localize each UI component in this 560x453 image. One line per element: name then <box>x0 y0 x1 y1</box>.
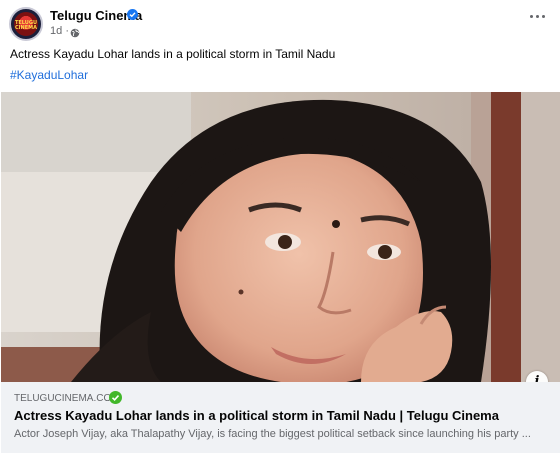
link-preview-card[interactable]: TELUGUCINEMA.COM Actress Kayadu Lohar la… <box>1 382 560 453</box>
post-timestamp[interactable]: 1d <box>50 25 62 37</box>
page-logo: TELUGU CINEMA <box>14 12 38 36</box>
check-circle-icon <box>109 391 122 404</box>
page-logo-text: TELUGU CINEMA <box>14 20 38 31</box>
info-icon: i <box>534 374 540 382</box>
more-options-icon[interactable] <box>530 14 546 20</box>
globe-icon <box>70 25 80 38</box>
post-time[interactable]: 1d · <box>50 25 69 37</box>
facebook-post: TELUGU CINEMA Telugu Cinema 1d · Actress… <box>0 0 560 453</box>
hashtag-link[interactable]: #KayaduLohar <box>10 68 88 82</box>
page-avatar[interactable]: TELUGU CINEMA <box>9 7 43 41</box>
verified-badge-icon <box>127 9 138 20</box>
post-caption: Actress Kayadu Lohar lands in a politica… <box>10 47 336 61</box>
time-separator: · <box>65 25 69 37</box>
post-photo[interactable]: i <box>1 92 560 382</box>
link-description: Actor Joseph Vijay, aka Thalapathy Vijay… <box>14 428 531 440</box>
link-domain: TELUGUCINEMA.COM <box>14 393 120 404</box>
link-title[interactable]: Actress Kayadu Lohar lands in a politica… <box>14 408 499 423</box>
